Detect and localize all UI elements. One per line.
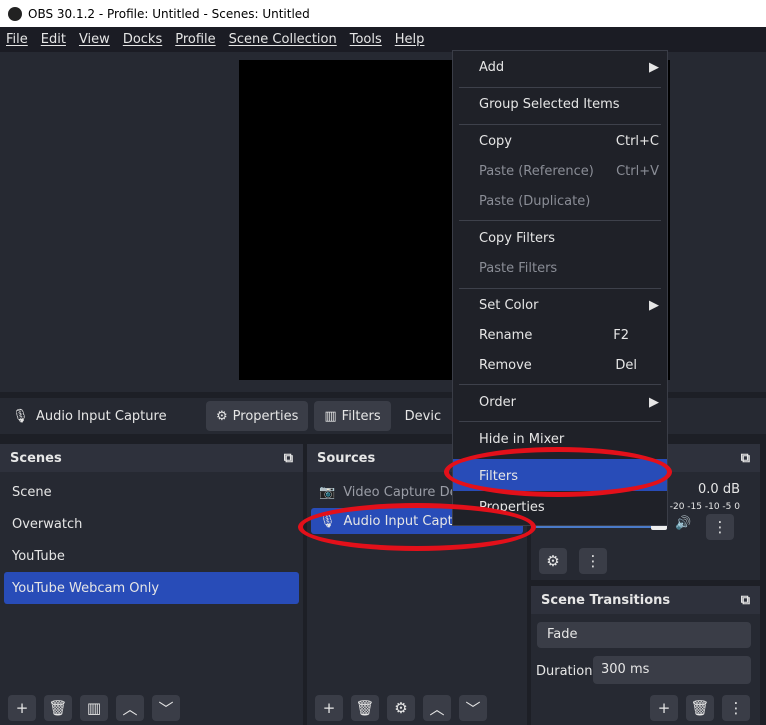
scenes-title: Scenes	[10, 450, 62, 466]
speaker-icon[interactable]: 🔊	[675, 516, 691, 531]
source-name: Audio Input Capture	[36, 408, 167, 424]
camera-icon: 📷	[319, 484, 336, 500]
menu-file[interactable]: File	[6, 32, 28, 47]
add-icon[interactable]: +	[650, 695, 678, 721]
down-icon[interactable]: ﹀	[459, 695, 487, 721]
undock-icon[interactable]: ⧉	[741, 593, 750, 608]
menu-item-paste-reference: Paste (Reference) Ctrl+V	[479, 164, 659, 179]
gear-icon[interactable]: ⚙	[387, 695, 415, 721]
menu-item-add[interactable]: Add ▶	[479, 60, 659, 75]
filter-icon: ▥	[324, 408, 337, 424]
undock-icon[interactable]: ⧉	[284, 451, 293, 466]
up-icon[interactable]: ︿	[116, 695, 144, 721]
gears-icon[interactable]: ⚙	[539, 548, 567, 574]
more-icon[interactable]: ⋮	[579, 548, 607, 574]
trash-icon[interactable]: 🗑	[686, 695, 714, 721]
trash-icon[interactable]: 🗑	[351, 695, 379, 721]
properties-button[interactable]: ⚙ Properties	[206, 401, 309, 431]
scenes-dock: Scenes ⧉ Scene Overwatch YouTube YouTube …	[0, 444, 303, 725]
scene-item[interactable]: Overwatch	[0, 508, 303, 540]
menu-item-copy-filters[interactable]: Copy Filters	[479, 231, 659, 246]
sources-title: Sources	[317, 450, 376, 466]
down-icon[interactable]: ﹀	[152, 695, 180, 721]
menu-profile[interactable]: Profile	[175, 32, 215, 47]
more-icon[interactable]: ⋮	[706, 514, 734, 540]
undock-icon[interactable]: ⧉	[741, 451, 750, 466]
menu-item-paste-duplicate: Paste (Duplicate)	[479, 194, 591, 209]
gear-icon: ⚙	[216, 408, 228, 424]
duration-label: Duration	[536, 664, 593, 679]
microphone-icon: 🎙	[12, 408, 29, 424]
menu-tools[interactable]: Tools	[350, 32, 382, 47]
menu-item-copy[interactable]: Copy Ctrl+C	[479, 134, 659, 149]
menu-bar: File Edit View Docks Profile Scene Colle…	[0, 27, 766, 52]
volume-db: 0.0 dB	[698, 482, 740, 497]
filters-button[interactable]: ▥ Filters	[314, 401, 391, 431]
meter-scale: -20 -15 -10 -5 0	[669, 502, 740, 512]
filter-icon[interactable]: ▥	[80, 695, 108, 721]
device-label: Devic	[404, 408, 442, 424]
scene-item-selected[interactable]: YouTube Webcam Only	[4, 572, 299, 604]
menu-item-paste-filters: Paste Filters	[479, 261, 558, 276]
annotation-circle-source	[298, 503, 536, 551]
menu-help[interactable]: Help	[395, 32, 425, 47]
scene-item[interactable]: Scene	[0, 476, 303, 508]
menu-item-group[interactable]: Group Selected Items	[479, 97, 659, 112]
annotation-circle-filters	[444, 447, 672, 497]
menu-item-remove[interactable]: Remove Del	[479, 358, 659, 373]
transitions-title: Scene Transitions	[541, 592, 671, 608]
title-bar: OBS 30.1.2 - Profile: Untitled - Scenes:…	[0, 0, 766, 27]
menu-item-order[interactable]: Order ▶	[479, 395, 659, 410]
menu-item-set-color[interactable]: Set Color ▶	[479, 298, 659, 313]
obs-logo-icon	[8, 6, 22, 21]
window-title: OBS 30.1.2 - Profile: Untitled - Scenes:…	[28, 6, 310, 21]
menu-item-rename[interactable]: Rename F2	[479, 328, 659, 343]
menu-scene-collection[interactable]: Scene Collection	[229, 32, 337, 47]
transition-select[interactable]: Fade	[537, 622, 751, 648]
menu-docks[interactable]: Docks	[123, 32, 162, 47]
add-icon[interactable]: +	[315, 695, 343, 721]
menu-edit[interactable]: Edit	[41, 32, 66, 47]
trash-icon[interactable]: 🗑	[44, 695, 72, 721]
up-icon[interactable]: ︿	[423, 695, 451, 721]
scene-item[interactable]: YouTube	[0, 540, 303, 572]
menu-view[interactable]: View	[79, 32, 110, 47]
scene-transitions-dock: Scene Transitions ⧉ Fade Duration 300 ms …	[531, 586, 760, 725]
duration-input[interactable]: 300 ms	[593, 656, 751, 684]
menu-item-hide-in-mixer[interactable]: Hide in Mixer	[479, 432, 659, 447]
more-icon[interactable]: ⋮	[722, 695, 750, 721]
add-icon[interactable]: +	[8, 695, 36, 721]
